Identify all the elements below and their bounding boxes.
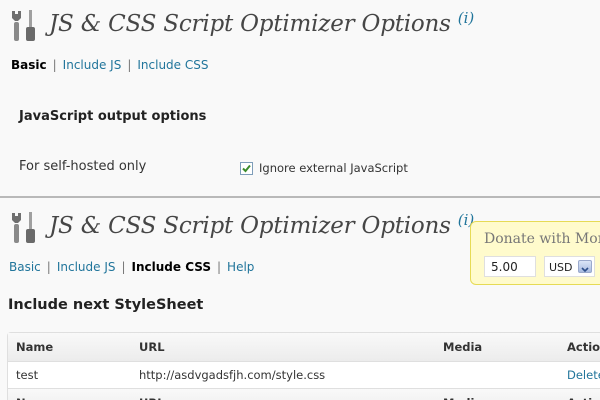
checkmark-icon: [242, 164, 251, 172]
section-heading: Include next StyleSheet: [8, 297, 204, 313]
options-panel-basic: JS & CSS Script Optimizer Options (i) Ba…: [0, 0, 600, 196]
section-heading: JavaScript output options: [19, 109, 207, 124]
subnav-include-js[interactable]: Include JS: [57, 260, 116, 274]
donate-box: Donate with Moneybookers 5.00 USD: [470, 221, 600, 285]
table-header: Name URL Media Actions: [8, 333, 600, 362]
subnav-separator: |: [127, 58, 132, 72]
subnav-separator: |: [46, 260, 51, 274]
options-panel-include-css: JS & CSS Script Optimizer Options (i) Do…: [0, 198, 600, 400]
column-header-actions: Actions: [567, 340, 600, 354]
ignore-external-js-option[interactable]: Ignore external JavaScript: [240, 161, 408, 175]
info-link[interactable]: (i): [458, 9, 475, 27]
donate-amount-input[interactable]: 5.00: [484, 256, 536, 277]
subnav-include-css[interactable]: Include CSS: [137, 58, 208, 72]
currency-value: USD: [549, 261, 573, 274]
option-row-label: For self-hosted only: [19, 159, 147, 174]
ignore-external-js-label: Ignore external JavaScript: [259, 161, 408, 175]
subnav-include-js[interactable]: Include JS: [63, 58, 122, 72]
donate-title: Donate with Moneybookers: [484, 231, 600, 247]
subnav-basic[interactable]: Basic: [11, 58, 47, 72]
subnav-basic[interactable]: Basic: [9, 260, 41, 274]
column-footer-name: Name: [16, 396, 53, 400]
ignore-external-js-checkbox[interactable]: [240, 161, 253, 175]
cell-url: http://asdvgadsfjh.com/style.css: [139, 368, 326, 382]
column-footer-url: URL: [139, 396, 165, 400]
tools-icon: [10, 8, 40, 46]
tools-icon: [10, 210, 40, 248]
subnav: Basic | Include JS | Include CSS: [11, 58, 208, 72]
chevron-down-icon[interactable]: [578, 260, 592, 273]
subnav-separator: |: [121, 260, 126, 274]
column-header-media: Media: [443, 340, 483, 354]
stylesheet-table: Name URL Media Actions test http://asdvg…: [7, 332, 600, 400]
page-heading: JS & CSS Script Optimizer Options (i): [10, 8, 474, 46]
column-header-name: Name: [16, 340, 54, 354]
column-footer-actions: Actions: [567, 396, 600, 400]
table-footer: Name URL Media Actions: [8, 389, 600, 400]
subnav-help[interactable]: Help: [227, 260, 254, 274]
column-footer-media: Media: [443, 396, 482, 400]
page-title: JS & CSS Script Optimizer Options: [49, 11, 451, 37]
subnav-separator: |: [52, 58, 57, 72]
cell-name: test: [16, 368, 39, 382]
subnav-include-css[interactable]: Include CSS: [132, 260, 211, 274]
currency-select[interactable]: USD: [544, 256, 595, 277]
subnav-separator: |: [217, 260, 222, 274]
subnav: Basic | Include JS | Include CSS | Help: [9, 260, 254, 274]
delete-link[interactable]: Delete: [567, 368, 600, 382]
page-heading: JS & CSS Script Optimizer Options (i): [10, 210, 474, 248]
table-row: test http://asdvgadsfjh.com/style.css De…: [8, 362, 600, 389]
column-header-url: URL: [139, 340, 165, 354]
page-title: JS & CSS Script Optimizer Options: [49, 213, 451, 239]
